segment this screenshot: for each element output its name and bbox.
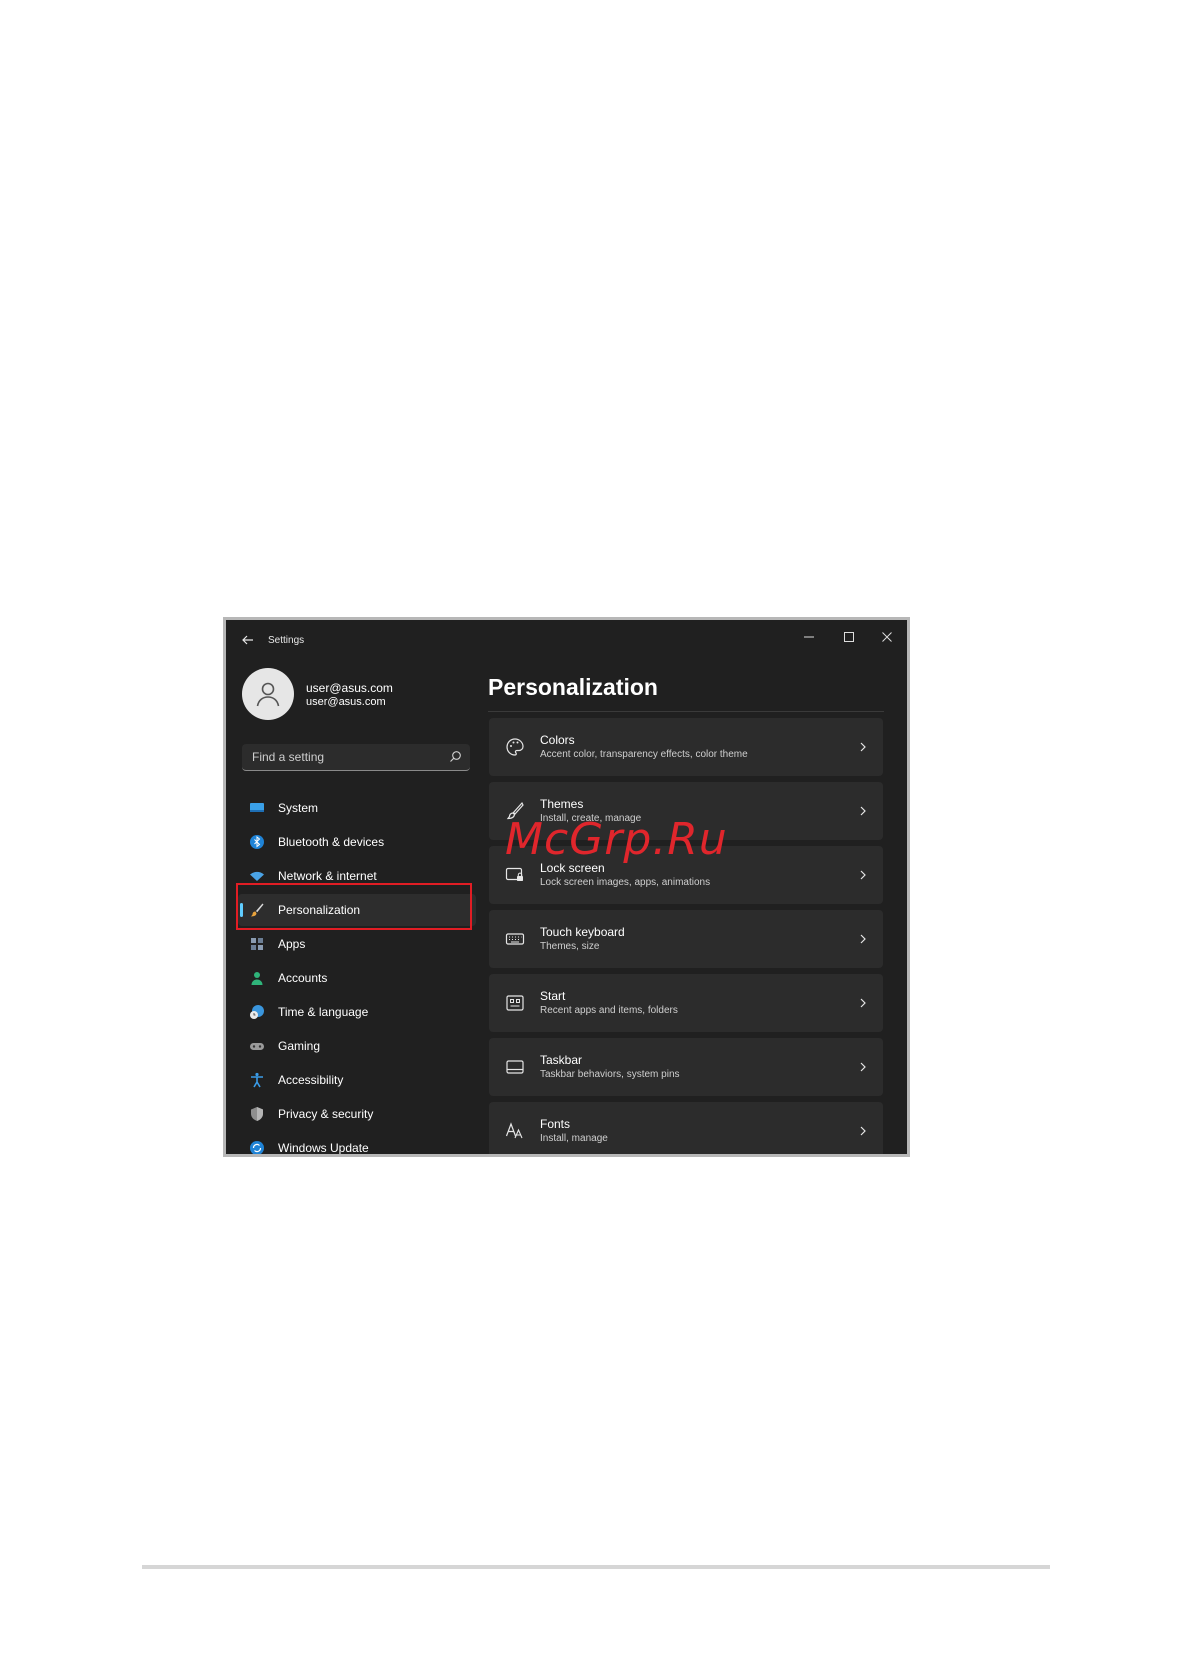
- sidebar-item-label: Windows Update: [278, 1141, 369, 1155]
- back-button[interactable]: [240, 632, 256, 648]
- back-arrow-icon: [242, 635, 253, 645]
- account-name: user@asus.com: [306, 681, 393, 695]
- card-title: Touch keyboard: [540, 925, 625, 939]
- card-title: Taskbar: [540, 1053, 583, 1067]
- monitor-icon: [249, 800, 265, 816]
- setting-card-colors[interactable]: Colors Accent color, transparency effect…: [489, 718, 883, 776]
- maximize-button[interactable]: [829, 626, 869, 648]
- card-title: Colors: [540, 733, 575, 747]
- chevron-right-icon: [857, 868, 869, 882]
- update-icon: [249, 1140, 265, 1154]
- sidebar-item-apps[interactable]: Apps: [238, 928, 476, 960]
- chevron-right-icon: [857, 1124, 869, 1138]
- wifi-icon: [249, 868, 265, 884]
- setting-card-start[interactable]: Start Recent apps and items, folders: [489, 974, 883, 1032]
- sidebar-nav: System Bluetooth & devices Network & int…: [238, 792, 476, 1155]
- minimize-button[interactable]: [789, 626, 829, 648]
- sidebar-item-label: Personalization: [278, 903, 361, 917]
- sidebar-item-label: Time & language: [278, 1005, 369, 1019]
- sidebar-item-windows-update[interactable]: Windows Update: [238, 1132, 476, 1155]
- sidebar-item-bluetooth[interactable]: Bluetooth & devices: [238, 826, 476, 858]
- sidebar-item-label: Privacy & security: [278, 1107, 374, 1121]
- card-title: Start: [540, 989, 566, 1003]
- sidebar-item-personalization[interactable]: Personalization: [238, 894, 476, 926]
- paintbrush-icon: [249, 902, 265, 918]
- account-email: user@asus.com: [306, 696, 386, 708]
- card-subtitle: Themes, size: [540, 941, 600, 952]
- divider: [488, 711, 884, 712]
- setting-card-fonts[interactable]: Fonts Install, manage: [489, 1102, 883, 1154]
- sidebar-item-label: Gaming: [278, 1039, 321, 1053]
- maximize-icon: [844, 632, 854, 642]
- active-indicator: [240, 903, 243, 917]
- globe-clock-icon: [249, 1004, 265, 1020]
- sidebar-item-network[interactable]: Network & internet: [238, 860, 476, 892]
- chevron-right-icon: [857, 1060, 869, 1074]
- card-subtitle: Accent color, transparency effects, colo…: [540, 749, 748, 760]
- search-icon[interactable]: [449, 750, 462, 763]
- card-subtitle: Taskbar behaviors, system pins: [540, 1069, 680, 1080]
- chevron-right-icon: [857, 740, 869, 754]
- sidebar-item-accessibility[interactable]: Accessibility: [238, 1064, 476, 1096]
- sidebar-item-label: Accounts: [278, 971, 328, 985]
- apps-icon: [249, 936, 265, 952]
- close-button[interactable]: [867, 626, 907, 648]
- close-icon: [882, 632, 892, 642]
- search-input[interactable]: [242, 744, 452, 769]
- sidebar-item-label: Accessibility: [278, 1073, 344, 1087]
- palette-icon: [505, 737, 525, 757]
- sidebar-item-gaming[interactable]: Gaming: [238, 1030, 476, 1062]
- sidebar-item-label: System: [278, 801, 319, 815]
- card-subtitle: Recent apps and items, folders: [540, 1005, 678, 1016]
- sidebar-item-label: Bluetooth & devices: [278, 835, 385, 849]
- watermark: McGrp.Ru: [505, 814, 728, 865]
- page-title: Personalization: [488, 674, 658, 700]
- bluetooth-icon: [249, 834, 265, 850]
- card-title: Fonts: [540, 1117, 571, 1131]
- card-subtitle: Lock screen images, apps, animations: [540, 877, 711, 888]
- setting-card-touch-keyboard[interactable]: Touch keyboard Themes, size: [489, 910, 883, 968]
- minimize-icon: [804, 636, 814, 638]
- setting-card-taskbar[interactable]: Taskbar Taskbar behaviors, system pins: [489, 1038, 883, 1096]
- sidebar-item-system[interactable]: System: [238, 792, 476, 824]
- settings-list: Colors Accent color, transparency effect…: [489, 718, 883, 1154]
- keyboard-icon: [505, 929, 525, 949]
- avatar[interactable]: [242, 668, 294, 720]
- sidebar-item-time-language[interactable]: Time & language: [238, 996, 476, 1028]
- sidebar-item-accounts[interactable]: Accounts: [238, 962, 476, 994]
- start-icon: [505, 993, 525, 1013]
- search-box: [242, 744, 470, 771]
- footer-divider: [142, 1565, 1050, 1569]
- accessibility-icon: [249, 1072, 265, 1088]
- shield-icon: [249, 1106, 265, 1122]
- taskbar-icon: [505, 1057, 525, 1077]
- user-icon: [256, 682, 280, 707]
- lock-screen-icon: [505, 865, 525, 885]
- chevron-right-icon: [857, 932, 869, 946]
- fonts-icon: [505, 1121, 525, 1141]
- sidebar-item-privacy[interactable]: Privacy & security: [238, 1098, 476, 1130]
- sidebar-item-label: Apps: [278, 937, 306, 951]
- person-icon: [249, 970, 265, 986]
- card-title: Themes: [540, 797, 584, 811]
- app-title: Settings: [268, 635, 305, 646]
- gamepad-icon: [249, 1038, 265, 1054]
- sidebar-item-label: Network & internet: [278, 869, 377, 883]
- settings-window: Settings user@asus.com user@asus.com Sys…: [223, 617, 910, 1157]
- chevron-right-icon: [857, 804, 869, 818]
- chevron-right-icon: [857, 996, 869, 1010]
- card-subtitle: Install, manage: [540, 1133, 608, 1144]
- title-bar: Settings: [226, 620, 907, 660]
